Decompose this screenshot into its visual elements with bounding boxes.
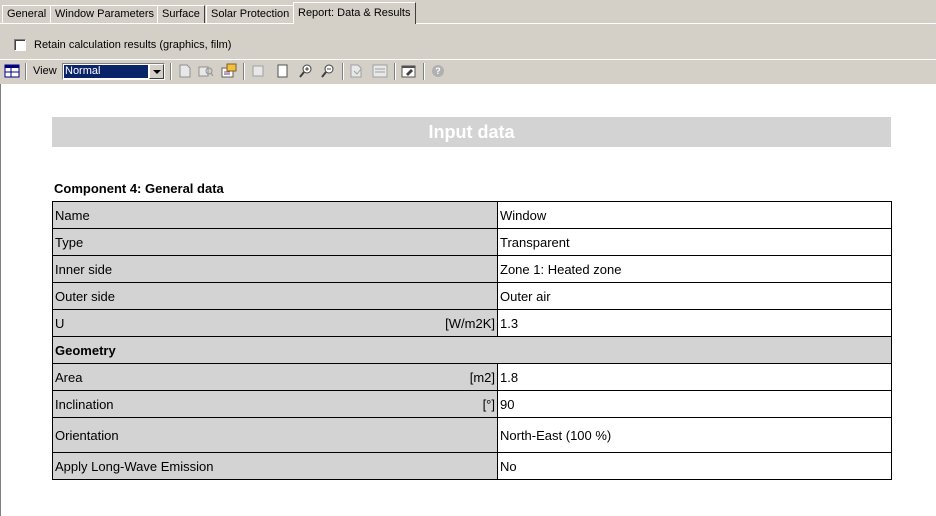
row-label-cell: Outer side (52, 282, 498, 310)
row-label-cell: Inclination [°] (52, 390, 498, 418)
tab-bar: General Window Parameters Surface Solar … (0, 0, 936, 24)
row-unit: [°] (482, 396, 495, 412)
table-row: Type Transparent (52, 228, 892, 256)
blank-page-icon[interactable] (249, 63, 267, 79)
toolbar-separator (25, 63, 27, 80)
toolbar-separator (243, 63, 245, 80)
edit-icon[interactable] (400, 63, 418, 79)
print-icon[interactable] (347, 63, 365, 79)
table-row: Area [m2] 1.8 (52, 363, 892, 391)
tab-solar-protection[interactable]: Solar Protection (206, 5, 295, 24)
row-label: Type (55, 234, 84, 250)
chevron-down-icon[interactable] (149, 64, 164, 79)
page-icon[interactable] (176, 63, 194, 79)
tab-report-data-results[interactable]: Report: Data & Results (293, 2, 416, 24)
print-preview-icon[interactable] (197, 63, 215, 79)
print-setup-icon[interactable] (371, 63, 389, 79)
row-value: 90 (497, 390, 892, 418)
row-value: 1.3 (497, 309, 892, 337)
toolbar-separator (423, 63, 425, 80)
row-value: Outer air (497, 282, 892, 310)
row-label-cell: Type (52, 228, 498, 256)
report-banner: Input data (52, 117, 891, 147)
tab-surface[interactable]: Surface (157, 5, 205, 24)
options-panel: Retain calculation results (graphics, fi… (0, 24, 936, 59)
group-header: Geometry (52, 336, 892, 364)
retain-results-label: Retain calculation results (graphics, fi… (34, 39, 232, 51)
table-row: Inner side Zone 1: Heated zone (52, 255, 892, 283)
svg-text:?: ? (435, 66, 441, 76)
tab-window-parameters[interactable]: Window Parameters (50, 5, 160, 24)
view-label: View (33, 65, 57, 77)
row-value: Window (497, 201, 892, 229)
row-label: Apply Long-Wave Emission (55, 458, 214, 474)
table-row: Outer side Outer air (52, 282, 892, 310)
row-label-cell: Name (52, 201, 498, 229)
row-label: Orientation (55, 427, 119, 443)
row-label: Inner side (55, 261, 113, 277)
toolbar-separator (394, 63, 396, 80)
help-icon[interactable]: ? (429, 63, 447, 79)
report-view[interactable]: Input data Component 4: General data Nam… (0, 84, 936, 516)
row-value: No (497, 452, 892, 480)
layout-icon[interactable] (3, 63, 21, 79)
zoom-in-icon[interactable] (297, 63, 315, 79)
toolbar-separator (342, 63, 344, 80)
row-label-cell: U [W/m2K] (52, 309, 498, 337)
single-page-icon[interactable] (273, 63, 291, 79)
table-row: Apply Long-Wave Emission No (52, 452, 892, 480)
table-row: Inclination [°] 90 (52, 390, 892, 418)
group-header-row: Geometry (52, 336, 892, 364)
table-row: U [W/m2K] 1.3 (52, 309, 892, 337)
row-value: Zone 1: Heated zone (497, 255, 892, 283)
row-label: Name (55, 207, 90, 223)
row-label-cell: Apply Long-Wave Emission (52, 452, 498, 480)
toolbar-separator (170, 63, 172, 80)
row-label-cell: Area [m2] (52, 363, 498, 391)
row-label-cell: Orientation (52, 417, 498, 453)
row-unit: [m2] (469, 369, 495, 385)
section-title: Component 4: General data (54, 181, 224, 196)
row-value: 1.8 (497, 363, 892, 391)
retain-results-checkbox[interactable] (14, 39, 26, 51)
row-value: Transparent (497, 228, 892, 256)
tab-general[interactable]: General (2, 5, 52, 24)
table-row: Orientation North-East (100 %) (52, 417, 892, 453)
export-icon[interactable] (220, 63, 238, 79)
row-label: Outer side (55, 288, 115, 304)
table-row: Name Window (52, 201, 892, 229)
view-dropdown[interactable]: Normal (62, 63, 165, 80)
report-toolbar: View Normal ? (0, 59, 936, 83)
row-label: U (55, 315, 65, 331)
view-dropdown-value: Normal (64, 65, 148, 78)
zoom-out-icon[interactable] (319, 63, 337, 79)
row-unit: [W/m2K] (445, 315, 495, 331)
row-value: North-East (100 %) (497, 417, 892, 453)
row-label: Area (55, 369, 83, 385)
row-label: Inclination (55, 396, 114, 412)
input-data-table: Name Window Type Transparent Inner side … (52, 201, 892, 480)
row-label-cell: Inner side (52, 255, 498, 283)
